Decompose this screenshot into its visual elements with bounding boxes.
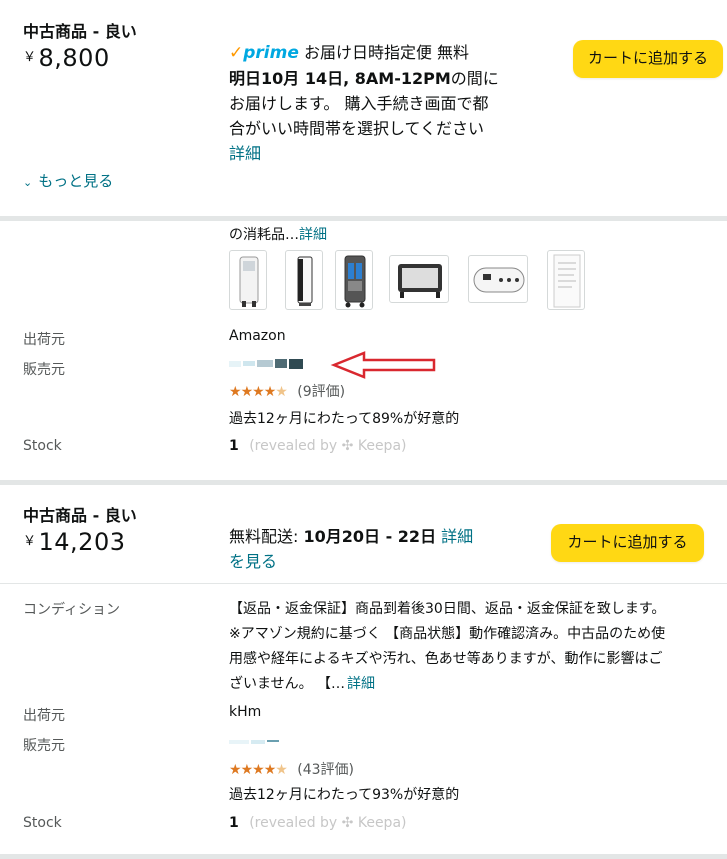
offer2-ships-from-label: 出荷元 bbox=[23, 332, 65, 348]
star-rating-icon: ★★★★★ bbox=[229, 762, 288, 778]
annotation-arrow-icon bbox=[330, 351, 436, 379]
offer2-sold-by-label: 販売元 bbox=[23, 362, 65, 378]
currency-symbol: ￥ bbox=[23, 534, 37, 549]
thumbnail-air-cooler-front[interactable] bbox=[229, 250, 267, 310]
delivery-line1: お届け日時指定便 無料 bbox=[303, 43, 470, 62]
offer3-price-value: 14,203 bbox=[38, 528, 126, 556]
delivery-line2-rest: の間に bbox=[450, 69, 499, 88]
offer3-condition-text: 【返品・返金保証】商品到着後30日間、返品・返金保証を致します。 ※アマゾン規約… bbox=[229, 597, 724, 697]
row-divider bbox=[0, 583, 727, 584]
offer3-stock-label: Stock bbox=[23, 815, 62, 831]
offer3-condition: 中古商品 - 良い bbox=[23, 506, 137, 525]
offer1-see-more-link[interactable]: ⌄ もっと見る bbox=[23, 170, 113, 191]
offer2-seller-name-link[interactable] bbox=[229, 356, 309, 375]
redacted-seller-name bbox=[229, 359, 303, 369]
section-divider bbox=[0, 480, 727, 485]
offer2-details-link[interactable]: 詳細 bbox=[299, 227, 327, 243]
offer1-condition: 中古商品 - 良い bbox=[23, 22, 137, 41]
offer3-price: ￥14,203 bbox=[23, 528, 126, 556]
thumbnail-manual-page[interactable] bbox=[547, 250, 585, 310]
delivery-date: 明日10月 14日, 8AM-12PM bbox=[229, 69, 451, 88]
offer2-rating[interactable]: ★★★★★ (9評価) bbox=[229, 381, 345, 401]
see-more-label: もっと見る bbox=[38, 172, 114, 190]
offer3-rating[interactable]: ★★★★★ (43評価) bbox=[229, 759, 354, 779]
offer3-ships-from-value: kHm bbox=[229, 704, 262, 720]
delivery-date: 10月20日 - 22日 bbox=[303, 527, 437, 546]
offer2-ships-from-value: Amazon bbox=[229, 328, 286, 344]
offer2-stock-label: Stock bbox=[23, 438, 62, 454]
keepa-note: (revealed by ✣ Keepa) bbox=[249, 438, 407, 454]
star-rating-icon: ★★★★★ bbox=[229, 384, 288, 400]
offer1-delivery: ✓prime お届け日時指定便 無料 明日10月 14日, 8AM-12PMの間… bbox=[229, 40, 529, 166]
offer3-positive-feedback: 過去12ヶ月にわたって93%が好意的 bbox=[229, 787, 460, 803]
stock-value: 1 bbox=[229, 815, 239, 831]
keepa-note: (revealed by ✣ Keepa) bbox=[249, 815, 407, 831]
redacted-seller-name bbox=[229, 740, 279, 744]
offer3-delivery: 無料配送: 10月20日 - 22日 詳細 を見る bbox=[229, 524, 529, 574]
condition-line4: ざいません。 【… bbox=[229, 676, 346, 692]
offer2-positive-feedback: 過去12ヶ月にわたって89%が好意的 bbox=[229, 411, 460, 427]
rating-count: (43評価) bbox=[297, 762, 355, 778]
thumbnail-ice-packs[interactable] bbox=[389, 255, 449, 303]
condition-line2: ※アマゾン規約に基づく 【商品状態】動作確認済み。中古品のため使 bbox=[229, 626, 666, 642]
delivery-prefix: 無料配送: bbox=[229, 527, 304, 546]
rating-count: (9評価) bbox=[297, 384, 346, 400]
offer3-stock: 1 (revealed by ✣ Keepa) bbox=[229, 815, 406, 831]
offer1-add-to-cart-button[interactable]: カートに追加する bbox=[573, 40, 723, 78]
offer3-details-link[interactable]: 詳細 bbox=[441, 527, 473, 546]
offer1-price-value: 8,800 bbox=[38, 44, 110, 72]
offer3-ships-from-label: 出荷元 bbox=[23, 708, 65, 724]
offer3-condition-label: コンディション bbox=[23, 602, 121, 618]
offer3-seller-name-link[interactable] bbox=[229, 733, 289, 752]
offer3-condition-details-link[interactable]: 詳細 bbox=[347, 676, 375, 692]
offer3-see-link[interactable]: を見る bbox=[229, 552, 277, 571]
section-divider bbox=[0, 216, 727, 221]
offer2-description: の消耗品…詳細 bbox=[229, 224, 327, 244]
prime-logo: prime bbox=[243, 43, 299, 63]
chevron-down-icon: ⌄ bbox=[23, 176, 33, 189]
currency-symbol: ￥ bbox=[23, 50, 37, 65]
delivery-line4: 合がいい時間帯を選択してください bbox=[229, 119, 485, 138]
condition-line1: 【返品・返金保証】商品到着後30日間、返品・返金保証を致します。 bbox=[229, 601, 666, 617]
offer3-sold-by-label: 販売元 bbox=[23, 738, 65, 754]
thumbnail-remote-control[interactable] bbox=[468, 255, 528, 303]
delivery-line3: お届けします。 購入手続き画面で都 bbox=[229, 94, 489, 113]
description-tail: の消耗品… bbox=[229, 227, 299, 243]
stock-value: 1 bbox=[229, 438, 239, 454]
condition-line3: 用感や経年によるキズや汚れ、色あせ等ありますが、動作に影響はご bbox=[229, 651, 663, 667]
section-divider bbox=[0, 854, 727, 859]
offer3-add-to-cart-button[interactable]: カートに追加する bbox=[551, 524, 704, 562]
offer1-details-link[interactable]: 詳細 bbox=[229, 144, 261, 163]
thumbnail-air-cooler-back[interactable] bbox=[335, 250, 373, 310]
offer1-price: ￥8,800 bbox=[23, 44, 110, 72]
thumbnail-air-cooler-side[interactable] bbox=[285, 250, 323, 310]
prime-check-icon: ✓ bbox=[229, 43, 244, 63]
offer2-stock: 1 (revealed by ✣ Keepa) bbox=[229, 438, 406, 454]
